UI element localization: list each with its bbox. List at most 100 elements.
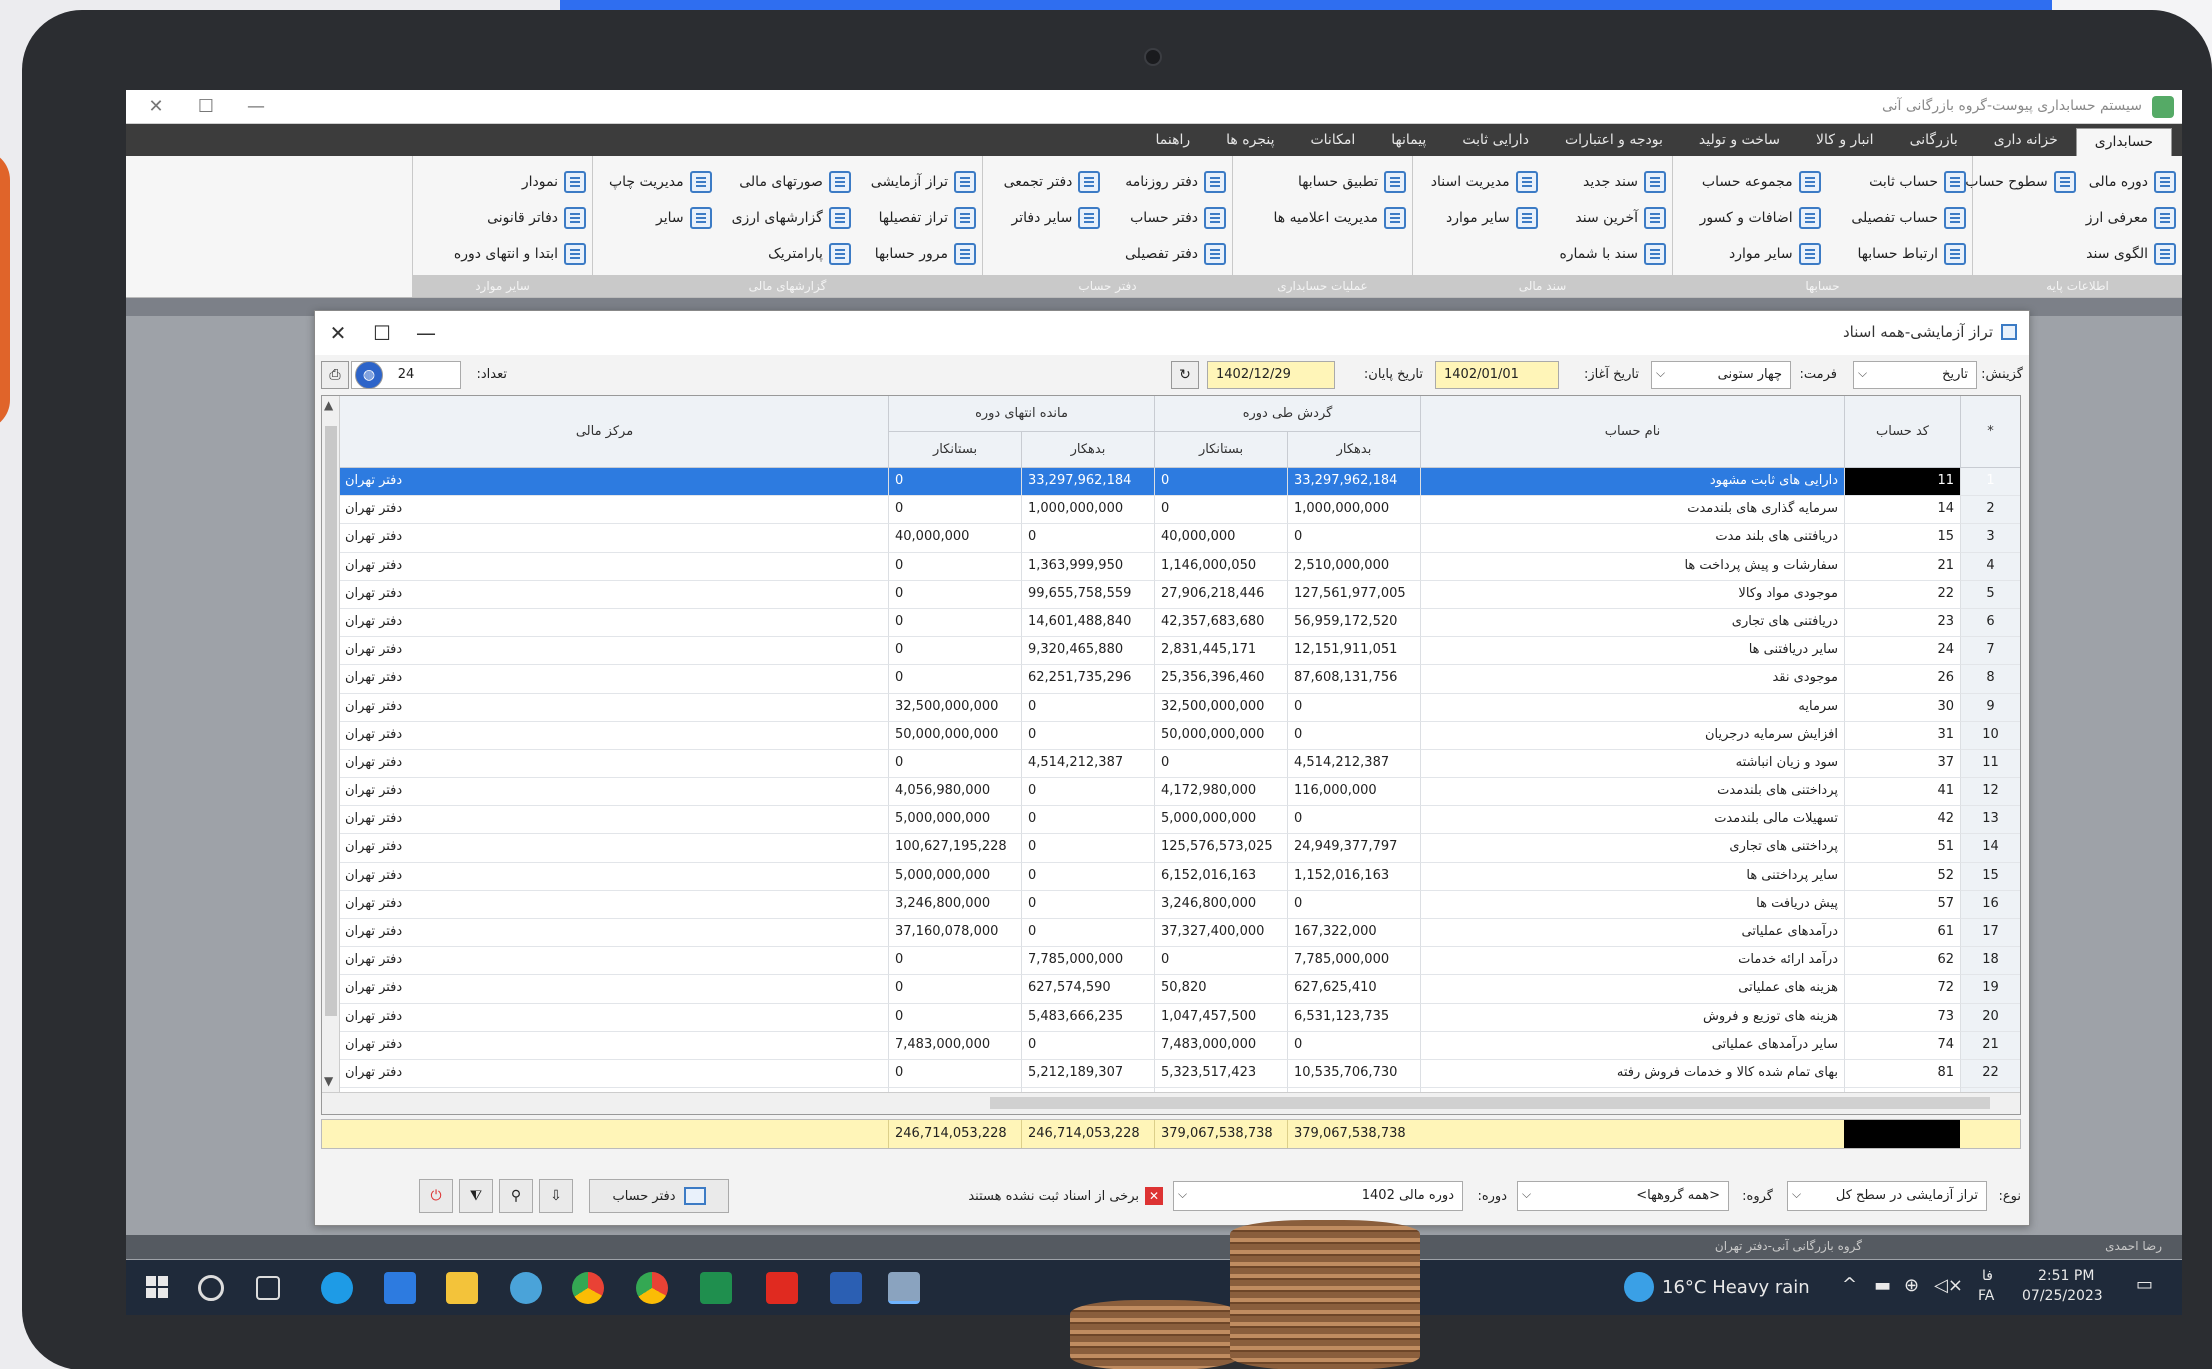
edge-icon[interactable] <box>321 1272 353 1304</box>
menu-tab[interactable]: حسابداری <box>2075 128 2172 156</box>
table-row[interactable]: 17 61 درآمدهای عملیاتی 167,322,000 37,327,40… <box>322 919 2020 948</box>
menu-tab[interactable]: خزانه داری <box>1976 127 2076 156</box>
ribbon-item[interactable]: دفاتر قانونی <box>419 200 586 236</box>
table-row[interactable]: 4 21 سفارشات و پیش پرداخت ها 2,510,000,000 1… <box>322 552 2020 581</box>
ribbon-item[interactable]: الگوی سند <box>2086 236 2176 272</box>
globe-icon[interactable]: ⊕ <box>1904 1275 1919 1296</box>
notification-icon[interactable]: ▭ <box>2136 1274 2153 1295</box>
ribbon-item[interactable]: آخرین سند <box>1548 200 1666 236</box>
refresh-icon[interactable]: ↻ <box>1171 361 1199 389</box>
vertical-scrollbar[interactable]: ▲ ▼ <box>322 396 340 1114</box>
ribbon-item[interactable]: مدیریت اعلامیه ها <box>1239 200 1406 236</box>
task-view-icon[interactable] <box>256 1276 280 1300</box>
language-indicator[interactable]: FA <box>1978 1288 1994 1304</box>
clock-date[interactable]: 07/25/2023 <box>2022 1288 2103 1304</box>
table-row[interactable]: 6 23 دریافتنی های تجاری 56,959,172,520 42,35… <box>322 608 2020 638</box>
child-minimize-button[interactable]: — <box>409 319 443 347</box>
ribbon-item[interactable]: سایر موارد <box>1419 200 1538 236</box>
period-select[interactable]: دوره مالی 1402 ⌵ <box>1173 1181 1463 1211</box>
ribbon-item[interactable]: حساب تفصیلی <box>1831 200 1966 236</box>
column-header-turnover-debit[interactable]: بدهکار <box>1287 432 1420 468</box>
ribbon-item[interactable]: دفتر تجمعی <box>989 164 1101 200</box>
ribbon-item[interactable]: مرور حسابها <box>861 236 976 272</box>
close-button[interactable]: ✕ <box>136 94 176 120</box>
table-row[interactable]: 19 72 هزینه های عملیاتی 627,625,410 50,820 62… <box>322 975 2020 1004</box>
menu-tab[interactable]: راهنما <box>1138 127 1209 156</box>
menu-tab[interactable]: بودجه و اعتبارات <box>1547 127 1681 156</box>
battery-icon[interactable]: ▬ <box>1874 1275 1891 1296</box>
filter-icon[interactable]: ⧩ <box>459 1179 493 1213</box>
weather-text[interactable]: 16°C Heavy rain <box>1662 1277 1810 1298</box>
chevron-up-icon[interactable]: ^ <box>1842 1274 1857 1295</box>
column-header-turnover-credit[interactable]: بستانکار <box>1154 432 1287 468</box>
search-icon[interactable] <box>198 1275 224 1301</box>
table-row[interactable]: 14 51 پرداختنی های تجاری 24,949,377,797 125,… <box>322 834 2020 863</box>
child-close-button[interactable]: ✕ <box>321 319 355 347</box>
excel-icon[interactable] <box>700 1272 732 1304</box>
ribbon-item[interactable]: دفتر روزنامه <box>1110 164 1226 200</box>
pdf-icon[interactable] <box>766 1272 798 1304</box>
table-row[interactable]: 21 74 سایر درآمدهای عملیاتی 0 7,483,000,000 0… <box>322 1031 2020 1060</box>
print-icon[interactable]: ⎙ <box>321 361 349 389</box>
windows-start-icon[interactable] <box>146 1276 168 1298</box>
chevron-up-icon[interactable]: ▲ <box>324 398 333 412</box>
minimize-button[interactable]: — <box>236 94 276 120</box>
ribbon-item[interactable]: مدیریت اسناد <box>1419 164 1538 200</box>
network-app-icon[interactable] <box>510 1272 542 1304</box>
ribbon-item[interactable]: سطوح حساب <box>1965 164 2076 200</box>
chrome-icon[interactable] <box>636 1272 668 1304</box>
child-maximize-button[interactable]: ☐ <box>365 319 399 347</box>
volume-icon[interactable]: ◁× <box>1934 1275 1963 1296</box>
group-select[interactable]: <همه گروهها> ⌵ <box>1517 1181 1729 1211</box>
globe-icon[interactable]: ◍ <box>355 361 383 389</box>
ribbon-item[interactable]: تراز آزمایشی <box>861 164 976 200</box>
column-header-center[interactable]: مرکز مالی <box>322 396 888 468</box>
column-header-name[interactable]: نام حساب <box>1420 396 1844 468</box>
column-header-code[interactable]: کد حساب <box>1844 396 1960 468</box>
ribbon-item[interactable]: دفتر تفصیلی <box>1110 236 1226 272</box>
ribbon-item[interactable]: معرفی ارز <box>2086 200 2176 236</box>
table-row[interactable]: 5 22 موجودی مواد وکالا 127,561,977,005 27,90… <box>322 580 2020 609</box>
menu-tab[interactable]: امکانات <box>1292 127 1373 156</box>
mail-icon[interactable] <box>384 1272 416 1304</box>
ribbon-item[interactable]: حساب ثابت <box>1831 164 1966 200</box>
language-indicator-top[interactable]: فا <box>1982 1268 1993 1284</box>
ribbon-item[interactable]: نمودار <box>419 164 586 200</box>
ribbon-item[interactable]: سایر دفاتر <box>989 200 1101 236</box>
menu-tab[interactable]: پنجره ها <box>1208 127 1292 156</box>
export-icon[interactable]: ⇩ <box>539 1179 573 1213</box>
sort-select[interactable]: تاریخ ⌵ <box>1853 361 1977 389</box>
table-row[interactable]: 3 15 دریافتنی های بلند مدت 0 40,000,000 0 40,0… <box>322 524 2020 553</box>
menu-tab[interactable]: بازرگانی <box>1892 127 1976 156</box>
app-icon[interactable] <box>830 1272 862 1304</box>
weather-icon[interactable] <box>1624 1272 1654 1302</box>
power-icon[interactable]: ⏻ <box>419 1179 453 1213</box>
table-row[interactable]: 11 37 سود و زیان انباشته 4,514,212,387 0 4,51… <box>322 749 2020 779</box>
ribbon-item[interactable]: دوره مالی <box>2086 164 2176 200</box>
table-row[interactable]: 16 57 پیش دریافت ها 0 3,246,800,000 0 3,246,80… <box>322 890 2020 919</box>
ribbon-item[interactable]: سایر <box>599 200 712 236</box>
type-select[interactable]: تراز آزمایشی در سطح کل ⌵ <box>1787 1181 1987 1211</box>
start-date-input[interactable]: 1402/01/01 <box>1435 361 1559 389</box>
ribbon-item[interactable]: صورتهای مالی <box>722 164 851 200</box>
binoculars-icon[interactable]: ⚲ <box>499 1179 533 1213</box>
column-header-balance-credit[interactable]: بستانکار <box>888 432 1021 468</box>
ledger-button[interactable]: دفتر حساب <box>589 1179 729 1213</box>
column-header-balance-debit[interactable]: بدهکار <box>1021 432 1154 468</box>
end-date-input[interactable]: 1402/12/29 <box>1207 361 1335 389</box>
ribbon-item[interactable]: ارتباط حسابها <box>1831 236 1966 272</box>
menu-tab[interactable]: پیمانها <box>1373 127 1444 156</box>
scroll-thumb[interactable] <box>990 1097 1990 1109</box>
menu-tab[interactable]: انبار و کالا <box>1798 127 1892 156</box>
table-row[interactable]: 7 24 سایر دریافتنی ها 12,151,911,051 2,831,4… <box>322 637 2020 666</box>
ribbon-item[interactable]: سند جدید <box>1548 164 1666 200</box>
scroll-thumb[interactable] <box>325 426 337 1016</box>
table-row[interactable]: 10 31 افزایش سرمایه درجریان 0 50,000,000,000… <box>322 721 2020 750</box>
ribbon-item[interactable]: پارامتریک <box>722 236 851 272</box>
column-header-index[interactable]: * <box>1960 396 2020 468</box>
menu-tab[interactable]: دارایی ثابت <box>1444 127 1547 156</box>
ribbon-item[interactable]: گزارشهای ارزی <box>722 200 851 236</box>
ribbon-item[interactable]: سند با شماره <box>1548 236 1666 272</box>
chrome-icon[interactable] <box>572 1272 604 1304</box>
horizontal-scrollbar[interactable] <box>322 1092 2020 1114</box>
